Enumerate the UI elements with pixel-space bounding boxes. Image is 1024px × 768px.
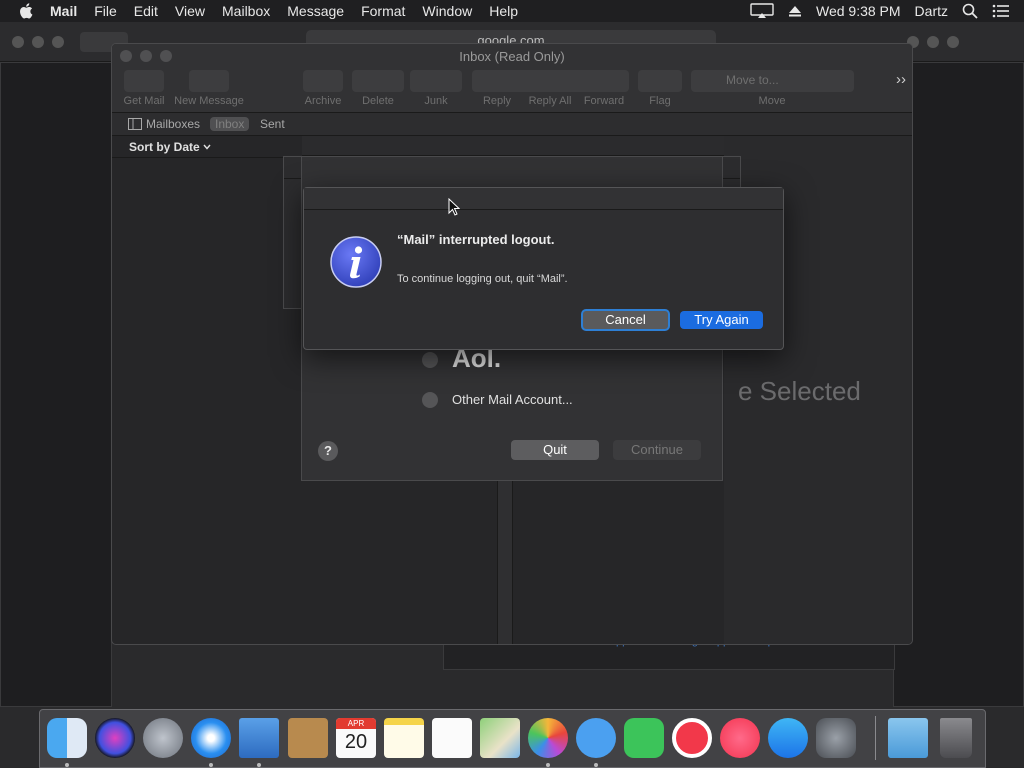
move-label: Move — [758, 95, 786, 107]
archive-label: Archive — [304, 95, 342, 107]
calendar-month: APR — [336, 718, 376, 729]
safari-icon[interactable] — [191, 718, 231, 758]
delete-button[interactable] — [352, 70, 404, 92]
app-store-icon[interactable] — [768, 718, 808, 758]
safari-close-button[interactable] — [12, 36, 24, 48]
alert-titlebar — [304, 188, 783, 210]
new-message-label: New Message — [174, 95, 244, 107]
mail-icon[interactable] — [239, 718, 279, 758]
forward-label: Forward — [583, 95, 625, 107]
menu-user[interactable]: Dartz — [915, 3, 948, 19]
dock-separator — [875, 716, 876, 760]
chevron-down-icon — [203, 144, 211, 150]
menu-app-name[interactable]: Mail — [50, 3, 77, 19]
archive-button[interactable] — [303, 70, 343, 92]
sidebar-toggle-icon[interactable] — [128, 118, 142, 130]
mail-running-indicator — [257, 763, 261, 767]
menu-clock[interactable]: Wed 9:38 PM — [816, 3, 901, 19]
mouse-cursor-icon — [448, 198, 460, 216]
sent-button[interactable]: Sent — [260, 117, 285, 131]
apple-logo-icon[interactable] — [18, 2, 36, 20]
airplay-display-icon[interactable] — [750, 3, 774, 19]
other-account-radio[interactable] — [422, 392, 438, 408]
right-window-minimize-button[interactable] — [927, 36, 939, 48]
toolbar-overflow-icon[interactable]: ›› — [896, 71, 906, 88]
menu-bar: Mail File Edit View Mailbox Message Form… — [0, 0, 1024, 22]
mail-window-title: Inbox (Read Only) — [459, 49, 565, 64]
trash-icon[interactable] — [940, 718, 972, 758]
facetime-icon[interactable] — [624, 718, 664, 758]
flag-button[interactable] — [638, 70, 682, 92]
no-message-selected-text: e Selected — [738, 376, 861, 406]
notification-center-icon[interactable] — [992, 4, 1010, 18]
sort-control[interactable]: Sort by Date — [112, 136, 302, 158]
menu-edit[interactable]: Edit — [134, 3, 158, 19]
messages-running-indicator — [594, 763, 598, 767]
calendar-icon[interactable]: APR 20 — [336, 718, 376, 758]
logout-alert-dialog: “Mail” interrupted logout. To continue l… — [303, 187, 784, 350]
alert-message: To continue logging out, quit “Mail”. — [397, 273, 568, 285]
reply-group-button[interactable] — [472, 70, 629, 92]
safari-zoom-button[interactable] — [52, 36, 64, 48]
contacts-icon[interactable] — [288, 718, 328, 758]
siri-icon[interactable] — [95, 718, 135, 758]
news-icon[interactable] — [672, 718, 712, 758]
aol-radio[interactable] — [422, 352, 438, 368]
mailboxes-button[interactable]: Mailboxes — [146, 117, 200, 131]
delete-label: Delete — [362, 95, 394, 107]
calendar-day: 20 — [344, 731, 368, 753]
new-message-button[interactable] — [189, 70, 229, 92]
alert-title: “Mail” interrupted logout. — [397, 232, 555, 247]
flag-label: Flag — [649, 95, 671, 107]
move-to-text: Move to... — [726, 73, 779, 87]
reply-label: Reply — [482, 95, 512, 107]
downloads-folder-icon[interactable] — [888, 718, 928, 758]
safari-minimize-button[interactable] — [32, 36, 44, 48]
sort-label: Sort by Date — [129, 140, 200, 154]
menu-file[interactable]: File — [94, 3, 117, 19]
junk-button[interactable] — [410, 70, 462, 92]
message-list-header — [302, 136, 724, 156]
notes-icon[interactable] — [384, 718, 424, 758]
menu-view[interactable]: View — [175, 3, 205, 19]
system-preferences-icon[interactable] — [816, 718, 856, 758]
favorites-bar: Mailboxes Inbox Sent — [112, 113, 912, 136]
get-mail-button[interactable] — [124, 70, 164, 92]
safari-running-indicator — [209, 763, 213, 767]
messages-icon[interactable] — [576, 718, 616, 758]
finder-running-indicator — [65, 763, 69, 767]
help-button[interactable]: ? — [318, 441, 338, 461]
reminders-icon[interactable] — [432, 718, 472, 758]
inbox-button[interactable]: Inbox — [210, 117, 250, 131]
junk-label: Junk — [424, 95, 448, 107]
cancel-button[interactable]: Cancel — [581, 309, 670, 331]
dock: APR 20 — [39, 709, 986, 768]
right-window-zoom-button[interactable] — [947, 36, 959, 48]
reply-all-label: Reply All — [528, 95, 572, 107]
mail-toolbar: Inbox (Read Only) Get Mail New Message A… — [112, 44, 912, 113]
menu-mailbox[interactable]: Mailbox — [222, 3, 270, 19]
continue-button[interactable]: Continue — [613, 440, 701, 460]
menu-format[interactable]: Format — [361, 3, 405, 19]
menu-help[interactable]: Help — [489, 3, 518, 19]
finder-icon[interactable] — [47, 718, 87, 758]
other-account-label: Other Mail Account... — [452, 392, 573, 407]
info-icon — [330, 236, 382, 288]
maps-icon[interactable] — [480, 718, 520, 758]
photos-running-indicator — [546, 763, 550, 767]
menu-window[interactable]: Window — [422, 3, 472, 19]
spotlight-search-icon[interactable] — [962, 3, 978, 19]
photos-icon[interactable] — [528, 718, 568, 758]
eject-icon[interactable] — [788, 4, 802, 18]
launchpad-icon[interactable] — [143, 718, 183, 758]
try-again-button[interactable]: Try Again — [680, 311, 763, 329]
get-mail-label: Get Mail — [123, 95, 165, 107]
menu-message[interactable]: Message — [287, 3, 344, 19]
background-window-left — [0, 62, 112, 707]
quit-button[interactable]: Quit — [511, 440, 599, 460]
music-icon[interactable] — [720, 718, 760, 758]
